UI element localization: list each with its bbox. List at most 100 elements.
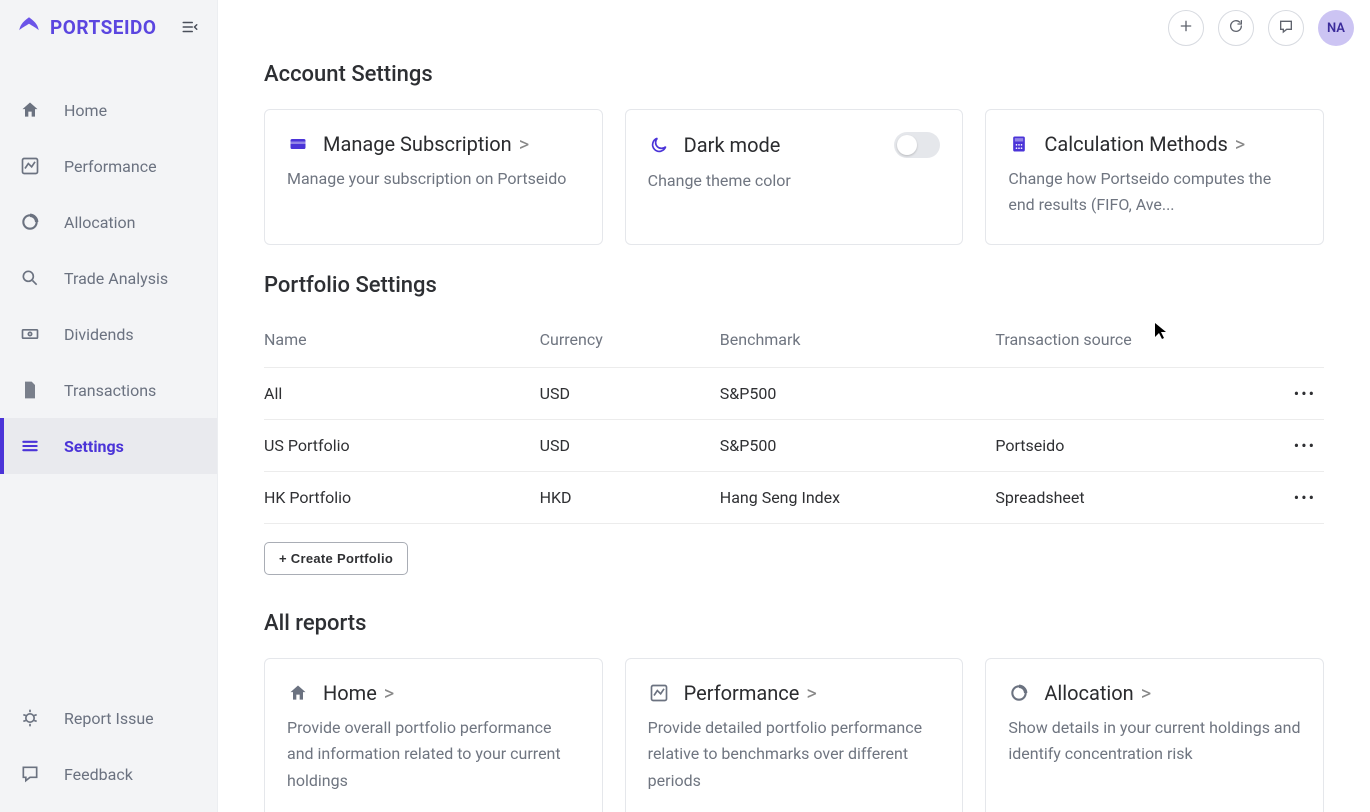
sidebar-item-label: Transactions	[64, 381, 156, 400]
sidebar-item-trade-analysis[interactable]: Trade Analysis	[0, 250, 217, 306]
chat-button[interactable]	[1268, 10, 1304, 46]
main: NA Account Settings Manage Subscription …	[218, 0, 1370, 812]
refresh-button[interactable]	[1218, 10, 1254, 46]
secondary-nav: Report Issue Feedback	[0, 690, 217, 812]
card-title: Allocation >	[1044, 681, 1151, 705]
table-row: AllUSDS&P500•••	[264, 368, 1324, 420]
sidebar-item-label: Dividends	[64, 325, 134, 344]
sidebar-item-label: Feedback	[64, 765, 133, 784]
chart-icon	[648, 682, 670, 704]
more-icon: •••	[1294, 384, 1316, 403]
card-title: Manage Subscription >	[323, 132, 529, 156]
card-desc: Show details in your current holdings an…	[1008, 715, 1301, 768]
sidebar-item-allocation[interactable]: Allocation	[0, 194, 217, 250]
col-source: Transaction source	[995, 320, 1228, 368]
table-row: US PortfolioUSDS&P500Portseido •••	[264, 420, 1324, 472]
sidebar-item-feedback[interactable]: Feedback	[0, 746, 217, 802]
sidebar: PORTSEIDO Home Performance	[0, 0, 218, 812]
row-actions-button[interactable]: •••	[1229, 368, 1324, 420]
cell-source: Spreadsheet	[995, 472, 1228, 524]
cell-name: US Portfolio	[264, 420, 540, 472]
document-icon	[20, 380, 40, 400]
col-actions	[1229, 320, 1324, 368]
account-cards: Manage Subscription > Manage your subscr…	[264, 109, 1324, 245]
sidebar-item-transactions[interactable]: Transactions	[0, 362, 217, 418]
content: Account Settings Manage Subscription > M…	[218, 0, 1370, 812]
more-icon: •••	[1294, 436, 1316, 455]
card-title: Calculation Methods >	[1044, 132, 1245, 156]
card-title: Performance >	[684, 681, 817, 705]
create-portfolio-button[interactable]: + Create Portfolio	[264, 542, 408, 575]
sidebar-item-label: Home	[64, 101, 107, 120]
refresh-icon	[1228, 18, 1244, 39]
chart-icon	[20, 156, 40, 176]
chevron-right-icon: >	[519, 132, 529, 156]
dark-mode-toggle[interactable]	[894, 132, 940, 158]
credit-card-icon	[287, 133, 309, 155]
card-desc: Change theme color	[648, 168, 941, 194]
cell-benchmark: S&P500	[720, 420, 996, 472]
card-title: Home >	[323, 681, 394, 705]
sidebar-item-report-issue[interactable]: Report Issue	[0, 690, 217, 746]
card-dark-mode: Dark mode Change theme color	[625, 109, 964, 245]
chevron-right-icon: >	[1141, 681, 1151, 705]
sidebar-item-home[interactable]: Home	[0, 82, 217, 138]
chat-icon	[1278, 18, 1294, 39]
sidebar-item-label: Performance	[64, 157, 157, 176]
card-desc: Change how Portseido computes the end re…	[1008, 166, 1301, 219]
chevron-right-icon: >	[806, 681, 816, 705]
portfolio-table: Name Currency Benchmark Transaction sour…	[264, 320, 1324, 524]
sidebar-item-label: Report Issue	[64, 709, 154, 728]
sidebar-item-dividends[interactable]: Dividends	[0, 306, 217, 362]
cell-name: All	[264, 368, 540, 420]
brand-name: PORTSEIDO	[50, 16, 156, 39]
calculator-icon	[1008, 133, 1030, 155]
collapse-sidebar-icon[interactable]	[179, 16, 201, 38]
section-title-account: Account Settings	[264, 62, 1324, 87]
avatar-initials: NA	[1327, 21, 1345, 36]
row-actions-button[interactable]: •••	[1229, 420, 1324, 472]
bug-icon	[20, 708, 40, 728]
sidebar-item-label: Settings	[64, 437, 124, 456]
section-title-portfolio: Portfolio Settings	[264, 273, 1324, 298]
section-title-reports: All reports	[264, 611, 1324, 636]
cell-benchmark: Hang Seng Index	[720, 472, 996, 524]
cell-name: HK Portfolio	[264, 472, 540, 524]
row-actions-button[interactable]: •••	[1229, 472, 1324, 524]
sidebar-item-label: Allocation	[64, 213, 136, 232]
col-currency: Currency	[540, 320, 720, 368]
table-row: HK PortfolioHKDHang Seng IndexSpreadshee…	[264, 472, 1324, 524]
topbar: NA	[1168, 10, 1354, 46]
add-button[interactable]	[1168, 10, 1204, 46]
card-title: Dark mode	[684, 133, 781, 157]
plus-icon	[1178, 18, 1194, 39]
chevron-right-icon: >	[384, 681, 394, 705]
avatar[interactable]: NA	[1318, 10, 1354, 46]
search-icon	[20, 268, 40, 288]
primary-nav: Home Performance Allocation Trade Analys…	[0, 82, 217, 474]
report-cards: Home > Provide overall portfolio perform…	[264, 658, 1324, 812]
cell-currency: USD	[540, 420, 720, 472]
home-icon	[20, 100, 40, 120]
card-desc: Provide detailed portfolio performance r…	[648, 715, 941, 794]
donut-icon	[1008, 682, 1030, 704]
sidebar-item-performance[interactable]: Performance	[0, 138, 217, 194]
sidebar-item-label: Trade Analysis	[64, 269, 168, 288]
card-report-allocation[interactable]: Allocation > Show details in your curren…	[985, 658, 1324, 812]
card-calculation-methods[interactable]: Calculation Methods > Change how Portsei…	[985, 109, 1324, 245]
card-manage-subscription[interactable]: Manage Subscription > Manage your subscr…	[264, 109, 603, 245]
col-benchmark: Benchmark	[720, 320, 996, 368]
card-report-home[interactable]: Home > Provide overall portfolio perform…	[264, 658, 603, 812]
sidebar-item-settings[interactable]: Settings	[0, 418, 217, 474]
cell-source: Portseido	[995, 420, 1228, 472]
col-name: Name	[264, 320, 540, 368]
cell-currency: USD	[540, 368, 720, 420]
card-report-performance[interactable]: Performance > Provide detailed portfolio…	[625, 658, 964, 812]
moon-icon	[648, 134, 670, 156]
home-icon	[287, 682, 309, 704]
card-desc: Provide overall portfolio performance an…	[287, 715, 580, 794]
cash-icon	[20, 324, 40, 344]
menu-icon	[20, 436, 40, 456]
more-icon: •••	[1294, 488, 1316, 507]
logo-icon	[16, 14, 42, 40]
